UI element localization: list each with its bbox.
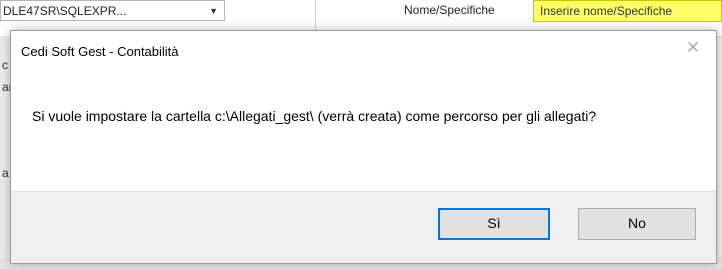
- close-icon[interactable]: ✕: [684, 39, 702, 57]
- nome-specifiche-input[interactable]: Inserire nome/Specifiche: [533, 0, 722, 22]
- background-label-stub: a: [2, 166, 9, 180]
- dialog-message: Si vuole impostare la cartella c:\Allega…: [32, 108, 597, 124]
- confirmation-dialog: Cedi Soft Gest - Contabilità ✕ Si vuole …: [10, 30, 717, 264]
- dialog-title: Cedi Soft Gest - Contabilità: [21, 44, 179, 59]
- no-button[interactable]: No: [578, 208, 696, 240]
- server-combobox[interactable]: DLE47SR\SQLEXPR... ▼: [0, 0, 225, 21]
- server-combobox-value: DLE47SR\SQLEXPR...: [3, 4, 127, 18]
- yes-button[interactable]: Sì: [438, 208, 550, 240]
- background-label-stub: c: [2, 58, 8, 72]
- dialog-button-bar: Sì No: [11, 191, 716, 263]
- nome-specifiche-label: Nome/Specifiche: [404, 3, 495, 17]
- chevron-down-icon[interactable]: ▼: [209, 1, 218, 20]
